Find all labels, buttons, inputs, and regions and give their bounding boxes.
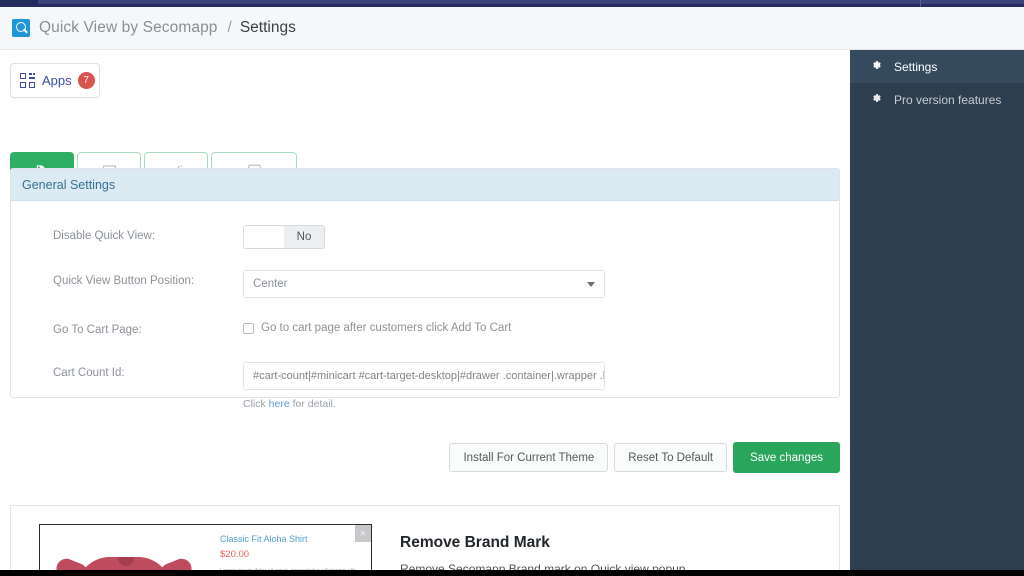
- apps-count-badge: 7: [78, 72, 95, 89]
- button-position-label: Quick View Button Position:: [11, 270, 243, 292]
- main-content: Apps 7 General Popup Color: [0, 50, 850, 576]
- breadcrumb-current-page: Settings: [240, 19, 296, 37]
- promo-text-block: Remove Brand Mark Remove Secomapp Brand …: [400, 524, 685, 576]
- sidebar-item-pro-version-features[interactable]: Pro version features: [850, 83, 1024, 116]
- toggle-state-label: No: [284, 226, 324, 248]
- install-for-current-theme-button[interactable]: Install For Current Theme: [449, 443, 608, 472]
- preview-product-title: Classic Fit Aloha Shirt: [220, 534, 368, 544]
- breadcrumb-app-name[interactable]: Quick View by Secomapp: [39, 19, 218, 37]
- bottom-black-strip: [0, 570, 1024, 576]
- cart-count-id-help: Click here for detail.: [243, 398, 839, 410]
- breadcrumb: Quick View by Secomapp / Settings: [0, 7, 1024, 50]
- apps-button[interactable]: Apps 7: [10, 63, 100, 98]
- reset-to-default-button[interactable]: Reset To Default: [614, 443, 727, 472]
- button-position-value: Center: [253, 278, 288, 290]
- panel-body: Disable Quick View: No Quick View Button…: [11, 201, 839, 410]
- sidebar-item-settings-label: Settings: [894, 60, 937, 74]
- go-to-cart-label: Go To Cart Page:: [11, 319, 243, 341]
- sidebar-item-settings[interactable]: Settings: [850, 50, 1024, 83]
- qr-grid-icon: [20, 73, 36, 89]
- sidebar-item-pro-version-features-label: Pro version features: [894, 93, 1001, 107]
- chevron-down-icon: [587, 282, 595, 287]
- preview-product-price: $20.00: [220, 549, 368, 560]
- panel-title: General Settings: [22, 178, 115, 192]
- cart-count-id-label: Cart Count Id:: [11, 362, 243, 384]
- breadcrumb-separator: /: [228, 19, 232, 37]
- button-position-select[interactable]: Center: [243, 270, 605, 298]
- cart-count-id-value: #cart-count|#minicart #cart-target-deskt…: [253, 370, 605, 382]
- help-link[interactable]: here: [269, 398, 290, 410]
- app-root: Quick View by Secomapp / Settings Apps 7…: [0, 0, 1024, 576]
- apps-button-label: Apps: [42, 73, 72, 88]
- field-row-button-position: Quick View Button Position: Center: [11, 270, 839, 298]
- action-buttons: Install For Current Theme Reset To Defau…: [449, 442, 840, 473]
- help-prefix: Click: [243, 398, 269, 410]
- general-settings-panel: General Settings Disable Quick View: No …: [10, 168, 840, 398]
- help-suffix: for detail.: [290, 398, 336, 410]
- go-to-cart-checkbox[interactable]: [243, 323, 254, 334]
- admin-bar-divider: [920, 0, 921, 7]
- admin-bar-inner: [38, 0, 1024, 4]
- toggle-knob: [244, 226, 284, 248]
- save-changes-button[interactable]: Save changes: [733, 442, 840, 473]
- cart-count-id-input[interactable]: #cart-count|#minicart #cart-target-deskt…: [243, 362, 605, 390]
- gear-icon: [870, 92, 882, 107]
- go-to-cart-checkbox-row[interactable]: Go to cart page after customers click Ad…: [243, 319, 839, 334]
- quick-view-popup-preview: × Classic Fit Aloha Shirt $20.00 Lorem i…: [39, 524, 372, 576]
- panel-header: General Settings: [11, 169, 839, 201]
- gear-icon: [870, 59, 882, 74]
- search-icon: [12, 19, 30, 37]
- remove-brand-mark-card: × Classic Fit Aloha Shirt $20.00 Lorem i…: [10, 505, 840, 576]
- field-row-cart-count-id: Cart Count Id: #cart-count|#minicart #ca…: [11, 362, 839, 410]
- field-row-go-to-cart: Go To Cart Page: Go to cart page after c…: [11, 319, 839, 341]
- go-to-cart-checkbox-label: Go to cart page after customers click Ad…: [261, 322, 511, 334]
- disable-quick-view-toggle[interactable]: No: [243, 225, 325, 249]
- right-sidebar: Settings Pro version features: [850, 50, 1024, 576]
- admin-top-bar: [0, 0, 1024, 7]
- field-row-disable-quick-view: Disable Quick View: No: [11, 225, 839, 249]
- disable-quick-view-label: Disable Quick View:: [11, 225, 243, 247]
- promo-title: Remove Brand Mark: [400, 534, 685, 552]
